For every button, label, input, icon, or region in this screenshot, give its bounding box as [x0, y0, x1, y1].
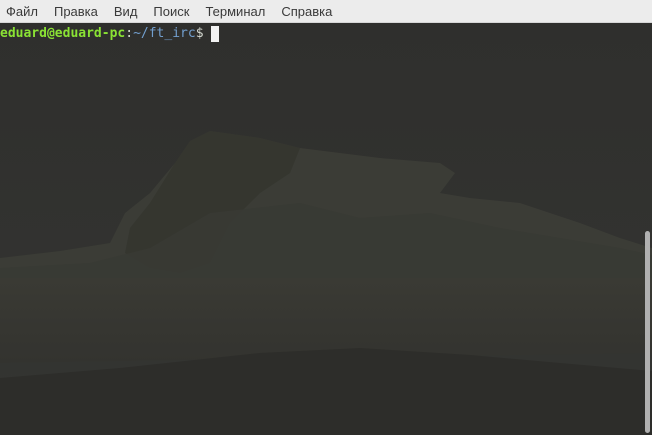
text-cursor: [210, 26, 219, 42]
scrollbar-thumb[interactable]: [645, 231, 650, 433]
terminal-window: Файл Правка Вид Поиск Терминал Справка e…: [0, 0, 652, 435]
menu-edit[interactable]: Правка: [54, 0, 98, 23]
prompt-symbol: $: [195, 26, 204, 41]
menu-terminal[interactable]: Терминал: [205, 0, 265, 23]
prompt-separator: :: [125, 26, 134, 41]
command-prompt[interactable]: eduard@eduard-pc: ~/ft_irc $: [0, 25, 219, 43]
menu-file[interactable]: Файл: [6, 0, 38, 23]
terminal-area[interactable]: eduard@eduard-pc: ~/ft_irc $: [0, 23, 652, 435]
vertical-scrollbar[interactable]: [642, 23, 652, 435]
prompt-path: ~/ft_irc: [133, 26, 196, 41]
menu-help[interactable]: Справка: [281, 0, 332, 23]
background-wallpaper: [0, 23, 652, 435]
prompt-user-host: eduard@eduard-pc: [0, 26, 126, 41]
menu-view[interactable]: Вид: [114, 0, 138, 23]
menu-bar: Файл Правка Вид Поиск Терминал Справка: [0, 0, 652, 23]
menu-search[interactable]: Поиск: [153, 0, 189, 23]
